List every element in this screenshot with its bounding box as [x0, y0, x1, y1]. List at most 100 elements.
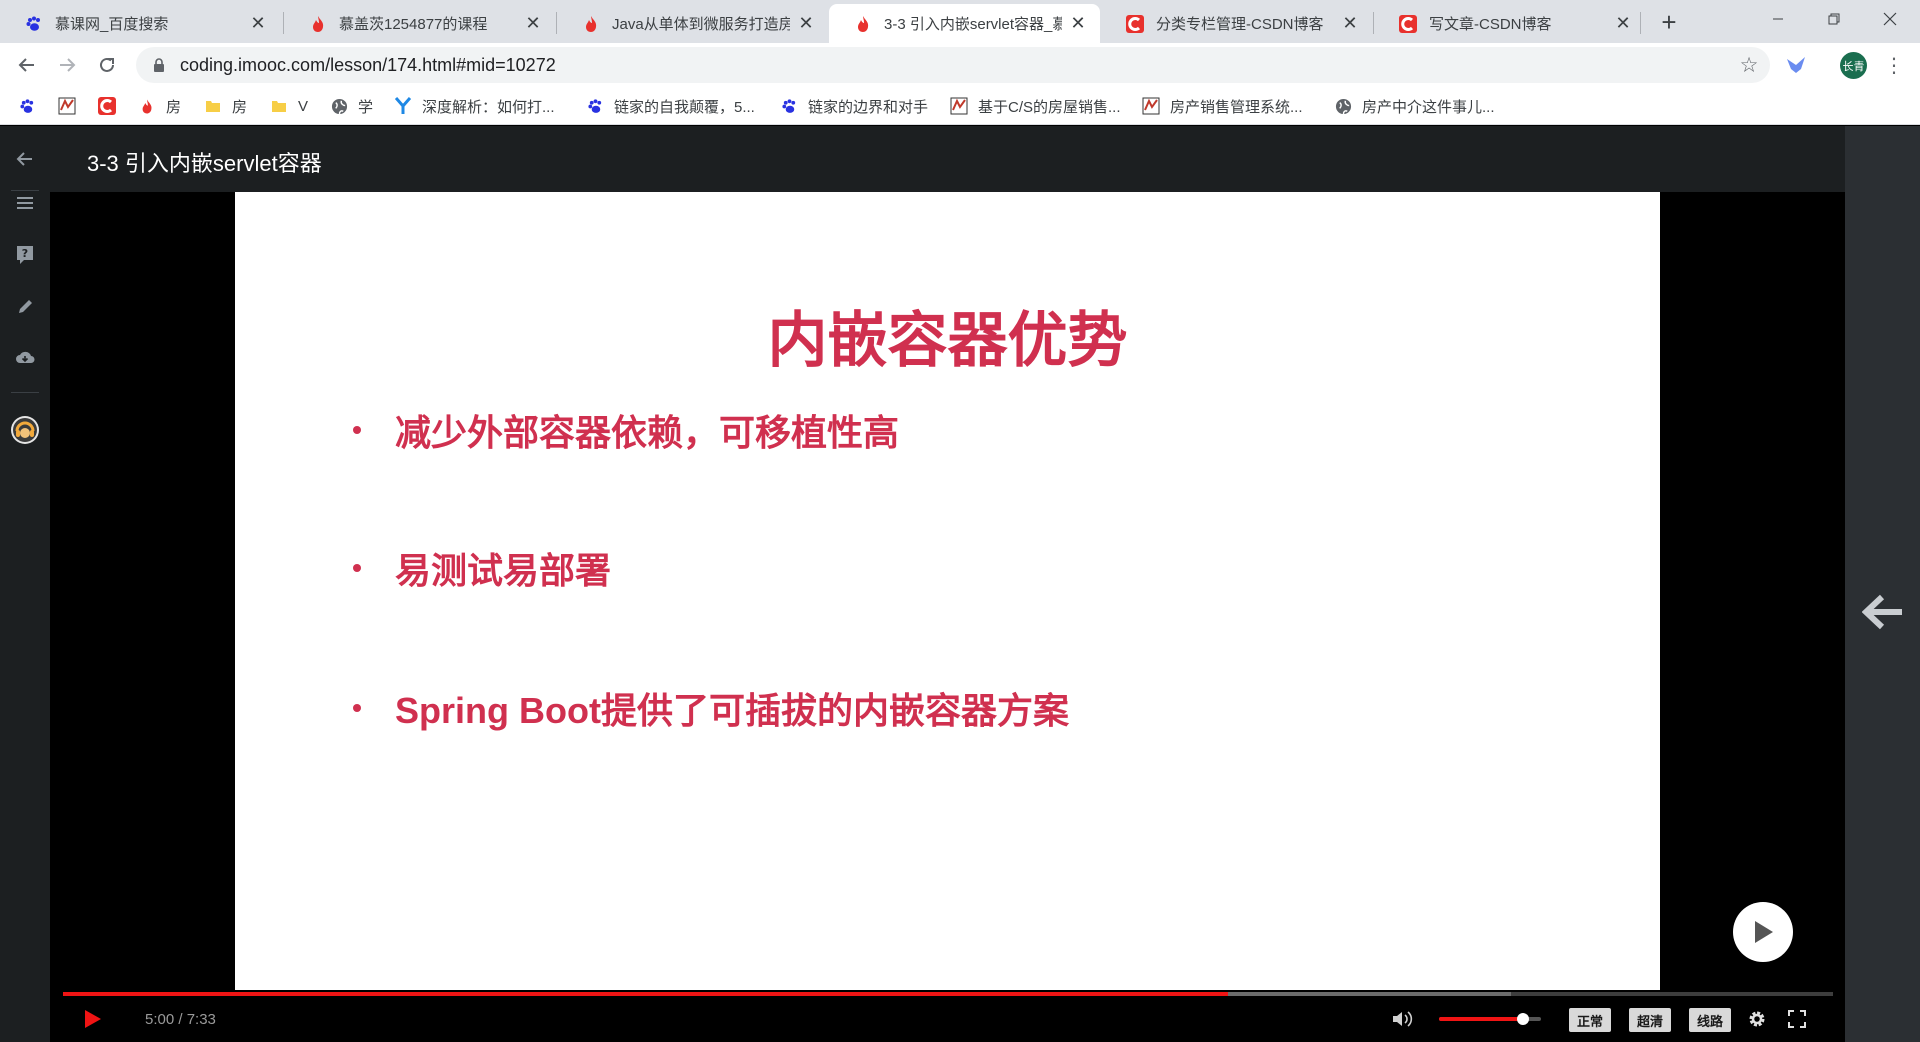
tab-title: 慕盖茨1254877的课程 [339, 16, 488, 33]
left-sidebar: ? [0, 126, 50, 1042]
right-panel [1845, 126, 1920, 1042]
y-icon [394, 97, 412, 115]
gear-icon [1749, 1011, 1765, 1027]
sidebar-back-button[interactable] [12, 146, 38, 172]
close-icon[interactable]: ✕ [1068, 13, 1088, 34]
play-icon [85, 1010, 101, 1028]
tab-separator [1640, 12, 1641, 34]
quality-normal-button[interactable]: 正常 [1569, 1008, 1612, 1032]
fullscreen-button[interactable] [1785, 1007, 1809, 1031]
restore-button[interactable] [1806, 0, 1862, 38]
minimize-button[interactable] [1750, 0, 1806, 38]
tab-title: 3-3 引入内嵌servlet容器_慕 [884, 16, 1062, 33]
route-button[interactable]: 线路 [1689, 1008, 1732, 1032]
lesson-header: 3-3 引入内嵌servlet容器 [50, 126, 1845, 192]
app-icon [58, 97, 76, 115]
bookmark-item[interactable] [98, 95, 126, 117]
folder-icon [270, 97, 288, 115]
baidu-paw-icon [586, 97, 604, 115]
play-icon [1755, 921, 1773, 943]
bullet-dot [353, 564, 361, 572]
url-text: coding.imooc.com/lesson/174.html#mid=102… [180, 54, 556, 75]
minimize-icon [1773, 18, 1783, 20]
close-icon[interactable]: ✕ [523, 13, 543, 34]
bookmark-star-icon[interactable]: ☆ [1738, 54, 1760, 77]
play-button[interactable] [81, 1007, 105, 1031]
browser-menu-icon[interactable]: ⋮ [1884, 52, 1904, 79]
bookmark-label: 深度解析：如何打... [422, 98, 555, 116]
reload-button[interactable] [92, 50, 122, 80]
csdn-icon [1398, 14, 1418, 34]
bookmark-item[interactable]: 链家的边界和对手 [780, 95, 928, 117]
sidebar-user-avatar[interactable] [10, 415, 40, 445]
slide-bullet: 减少外部容器依赖，可移植性高 [353, 404, 899, 456]
sidebar-notes-button[interactable] [12, 294, 38, 320]
address-bar[interactable]: coding.imooc.com/lesson/174.html#mid=102… [136, 47, 1770, 83]
bullet-dot [353, 704, 361, 712]
bookmark-label: 房 [232, 98, 248, 116]
sidebar-chapter-list-button[interactable] [12, 190, 38, 216]
profile-avatar[interactable]: 长青 [1840, 52, 1867, 79]
lecture-slide: 内嵌容器优势 减少外部容器依赖，可移植性高 易测试易部署 Spring Boot… [235, 192, 1660, 990]
bookmark-item[interactable]: V [270, 95, 308, 117]
bookmark-item[interactable]: 房 [138, 95, 181, 117]
baidu-paw-icon [24, 14, 44, 34]
tab-csdn-category[interactable]: 分类专栏管理-CSDN博客 ✕ [1101, 4, 1372, 43]
bookmark-item[interactable]: 学 [330, 95, 373, 117]
volume-icon [1393, 1011, 1413, 1027]
extension-bird-icon[interactable] [1784, 53, 1808, 77]
bullet-dot [353, 426, 361, 434]
quality-hd-button[interactable]: 超清 [1629, 1008, 1672, 1032]
globe-icon [1334, 97, 1352, 115]
close-icon[interactable]: ✕ [1340, 13, 1360, 34]
slide-bullet-text: 减少外部容器依赖，可移植性高 [395, 412, 900, 453]
sidebar-questions-button[interactable]: ? [12, 242, 38, 268]
expand-panel-button[interactable] [1861, 590, 1905, 634]
tab-baidu-search[interactable]: 慕课网_百度搜索 ✕ [0, 4, 280, 43]
baidu-paw-icon [18, 97, 36, 115]
tab-csdn-write[interactable]: 写文章-CSDN博客 ✕ [1374, 4, 1645, 43]
tab-lesson-active[interactable]: 3-3 引入内嵌servlet容器_慕 ✕ [829, 4, 1100, 43]
window-close-button[interactable] [1862, 0, 1918, 38]
tab-my-courses[interactable]: 慕盖茨1254877的课程 ✕ [284, 4, 555, 43]
bookmark-label: 学 [358, 98, 374, 116]
volume-level [1439, 1017, 1523, 1021]
bookmark-item[interactable]: 链家的自我颠覆，5... [586, 95, 755, 117]
volume-handle[interactable] [1516, 1013, 1529, 1025]
bookmark-label: V [298, 97, 309, 115]
volume-slider[interactable] [1439, 1013, 1541, 1025]
back-button[interactable] [12, 50, 42, 80]
forward-button[interactable] [52, 50, 82, 80]
menu-list-icon [17, 197, 33, 209]
question-icon: ? [17, 246, 33, 264]
slide-bullet-text: 易测试易部署 [395, 550, 612, 591]
bookmark-item[interactable]: 深度解析：如何打... [394, 95, 555, 117]
time-display: 5:00 / 7:33 [145, 1011, 216, 1028]
new-tab-button[interactable]: + [1654, 7, 1684, 37]
csdn-icon [1125, 14, 1145, 34]
close-icon[interactable]: ✕ [1613, 13, 1633, 34]
video-area[interactable]: 内嵌容器优势 减少外部容器依赖，可移植性高 易测试易部署 Spring Boot… [63, 192, 1833, 1002]
bookmark-item[interactable] [18, 95, 46, 117]
close-icon[interactable]: ✕ [248, 13, 268, 34]
bookmark-item[interactable]: 房 [204, 95, 247, 117]
fullscreen-icon [1788, 1010, 1806, 1028]
slide-bullet: Spring Boot提供了可插拔的内嵌容器方案 [353, 682, 1069, 734]
close-icon[interactable]: ✕ [796, 13, 816, 34]
bookmark-item[interactable]: 基于C/S的房屋销售... [950, 95, 1121, 117]
slide-bullet-text: Spring Boot提供了可插拔的内嵌容器方案 [395, 690, 1069, 731]
tab-java-course[interactable]: Java从单体到微服务打造房产 ✕ [557, 4, 828, 43]
bookmark-item[interactable]: 房产中介这件事儿... [1334, 95, 1495, 117]
lesson-title: 3-3 引入内嵌servlet容器 [87, 151, 322, 176]
slide-title: 内嵌容器优势 [767, 307, 1128, 374]
user-avatar-icon [11, 416, 39, 444]
browser-toolbar: coding.imooc.com/lesson/174.html#mid=102… [0, 43, 1920, 87]
volume-button[interactable] [1391, 1008, 1415, 1030]
bookmark-item[interactable] [58, 95, 86, 117]
sidebar-download-button[interactable] [12, 344, 38, 370]
big-play-button[interactable] [1733, 902, 1793, 962]
svg-text:?: ? [22, 247, 28, 260]
bookmark-item[interactable]: 房产销售管理系统... [1142, 95, 1303, 117]
imooc-flame-icon [581, 14, 601, 34]
settings-button[interactable] [1745, 1007, 1769, 1031]
